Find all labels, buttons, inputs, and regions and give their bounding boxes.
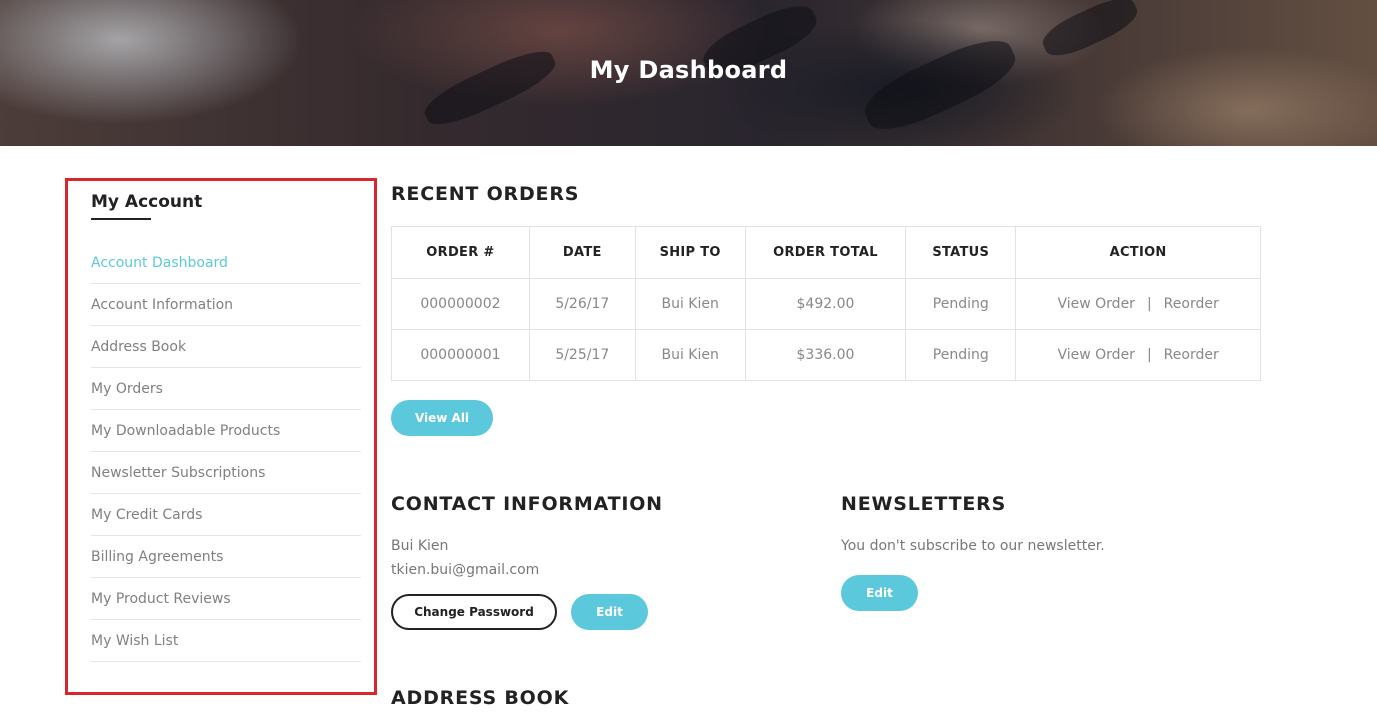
sidebar-item-product-reviews[interactable]: My Product Reviews xyxy=(91,578,361,620)
newsletters-title: NEWSLETTERS xyxy=(841,493,1007,515)
view-order-link[interactable]: View Order xyxy=(1057,347,1134,363)
order-total: $336.00 xyxy=(744,329,907,381)
newsletter-status-text: You don't subscribe to our newsletter. xyxy=(841,538,1105,554)
action-separator: | xyxy=(1146,347,1152,363)
sidebar-item-credit-cards[interactable]: My Credit Cards xyxy=(91,494,361,536)
order-number: 000000002 xyxy=(391,278,530,330)
order-actions: View Order | Reorder xyxy=(1015,329,1261,381)
contact-email: tkien.bui@gmail.com xyxy=(391,562,540,578)
order-status: Pending xyxy=(905,278,1017,330)
account-sidebar: My Account Account Dashboard Account Inf… xyxy=(65,178,377,695)
edit-contact-button[interactable]: Edit xyxy=(571,594,648,630)
reorder-link[interactable]: Reorder xyxy=(1164,347,1219,363)
column-header-ship-to: SHIP TO xyxy=(634,226,746,279)
sidebar-title-underline xyxy=(91,218,151,220)
column-header-status: STATUS xyxy=(905,226,1017,279)
recent-orders-table: ORDER # DATE SHIP TO ORDER TOTAL STATUS … xyxy=(391,226,1261,381)
order-total: $492.00 xyxy=(744,278,907,330)
page-title: My Dashboard xyxy=(589,56,788,84)
address-book-title: ADDRESS BOOK xyxy=(391,687,570,709)
order-number: 000000001 xyxy=(391,329,530,381)
table-row: 000000001 5/25/17 Bui Kien $336.00 Pendi… xyxy=(391,329,1261,381)
sidebar-item-billing-agreements[interactable]: Billing Agreements xyxy=(91,536,361,578)
view-order-link[interactable]: View Order xyxy=(1057,296,1134,312)
column-header-order: ORDER # xyxy=(391,226,530,279)
sidebar-item-account-dashboard[interactable]: Account Dashboard xyxy=(91,245,361,284)
sidebar-item-account-information[interactable]: Account Information xyxy=(91,284,361,326)
column-header-order-total: ORDER TOTAL xyxy=(744,226,907,279)
column-header-date: DATE xyxy=(528,226,636,279)
hero-banner: My Dashboard xyxy=(0,0,1377,146)
sidebar-title: My Account xyxy=(91,192,203,212)
recent-orders-title: RECENT ORDERS xyxy=(391,183,580,205)
order-date: 5/26/17 xyxy=(528,278,636,330)
change-password-button[interactable]: Change Password xyxy=(391,594,557,630)
sidebar-item-newsletter-subscriptions[interactable]: Newsletter Subscriptions xyxy=(91,452,361,494)
order-status: Pending xyxy=(905,329,1017,381)
table-header-row: ORDER # DATE SHIP TO ORDER TOTAL STATUS … xyxy=(391,226,1261,279)
account-nav: Account Dashboard Account Information Ad… xyxy=(91,245,361,662)
contact-information-title: CONTACT INFORMATION xyxy=(391,493,663,515)
sidebar-item-my-orders[interactable]: My Orders xyxy=(91,368,361,410)
reorder-link[interactable]: Reorder xyxy=(1164,296,1219,312)
order-date: 5/25/17 xyxy=(528,329,636,381)
edit-newsletter-button[interactable]: Edit xyxy=(841,575,918,611)
order-actions: View Order | Reorder xyxy=(1015,278,1261,330)
sidebar-item-wish-list[interactable]: My Wish List xyxy=(91,620,361,662)
table-row: 000000002 5/26/17 Bui Kien $492.00 Pendi… xyxy=(391,278,1261,330)
view-all-button[interactable]: View All xyxy=(391,400,493,436)
sidebar-item-address-book[interactable]: Address Book xyxy=(91,326,361,368)
order-ship-to: Bui Kien xyxy=(634,278,746,330)
column-header-action: ACTION xyxy=(1015,226,1261,279)
order-ship-to: Bui Kien xyxy=(634,329,746,381)
sidebar-item-downloadable-products[interactable]: My Downloadable Products xyxy=(91,410,361,452)
contact-name: Bui Kien xyxy=(391,538,449,554)
action-separator: | xyxy=(1146,296,1152,312)
